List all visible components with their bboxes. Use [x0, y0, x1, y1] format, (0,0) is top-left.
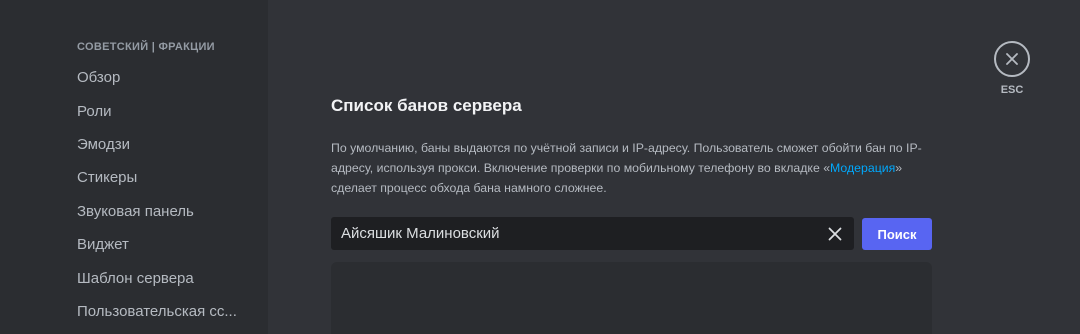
sidebar-item-stickers[interactable]: Стикеры: [68, 161, 258, 194]
close-button[interactable]: [994, 41, 1030, 77]
sidebar-item-roles[interactable]: Роли: [68, 94, 258, 127]
sidebar-item-soundboard[interactable]: Звуковая панель: [68, 195, 258, 228]
esc-label: ESC: [1000, 84, 1024, 96]
close-icon: [1006, 53, 1018, 65]
sidebar-item-emoji[interactable]: Эмодзи: [68, 128, 258, 161]
page-title: Список банов сервера: [331, 96, 522, 115]
page-description: По умолчанию, баны выдаются по учётной з…: [331, 138, 931, 198]
search-button[interactable]: Поиск: [862, 218, 932, 250]
clear-search-button[interactable]: [820, 219, 850, 249]
sidebar-list: Обзор Роли Эмодзи Стикеры Звуковая панел…: [68, 61, 258, 328]
settings-sidebar: СОВЕТСКИЙ | ФРАКЦИИ Обзор Роли Эмодзи Ст…: [0, 0, 268, 334]
sidebar-item-server-template[interactable]: Шаблон сервера: [68, 261, 258, 294]
search-input[interactable]: [331, 217, 820, 250]
ban-list-panel: [331, 262, 932, 334]
sidebar-server-name: СОВЕТСКИЙ | ФРАКЦИИ: [77, 41, 215, 53]
search-box: [331, 217, 854, 250]
sidebar-item-widget[interactable]: Виджет: [68, 228, 258, 261]
sidebar-item-overview[interactable]: Обзор: [68, 61, 258, 94]
clear-icon: [828, 227, 842, 240]
sidebar-item-custom-link[interactable]: Пользовательская сс...: [68, 295, 258, 328]
moderation-link[interactable]: Модерация: [830, 161, 895, 175]
